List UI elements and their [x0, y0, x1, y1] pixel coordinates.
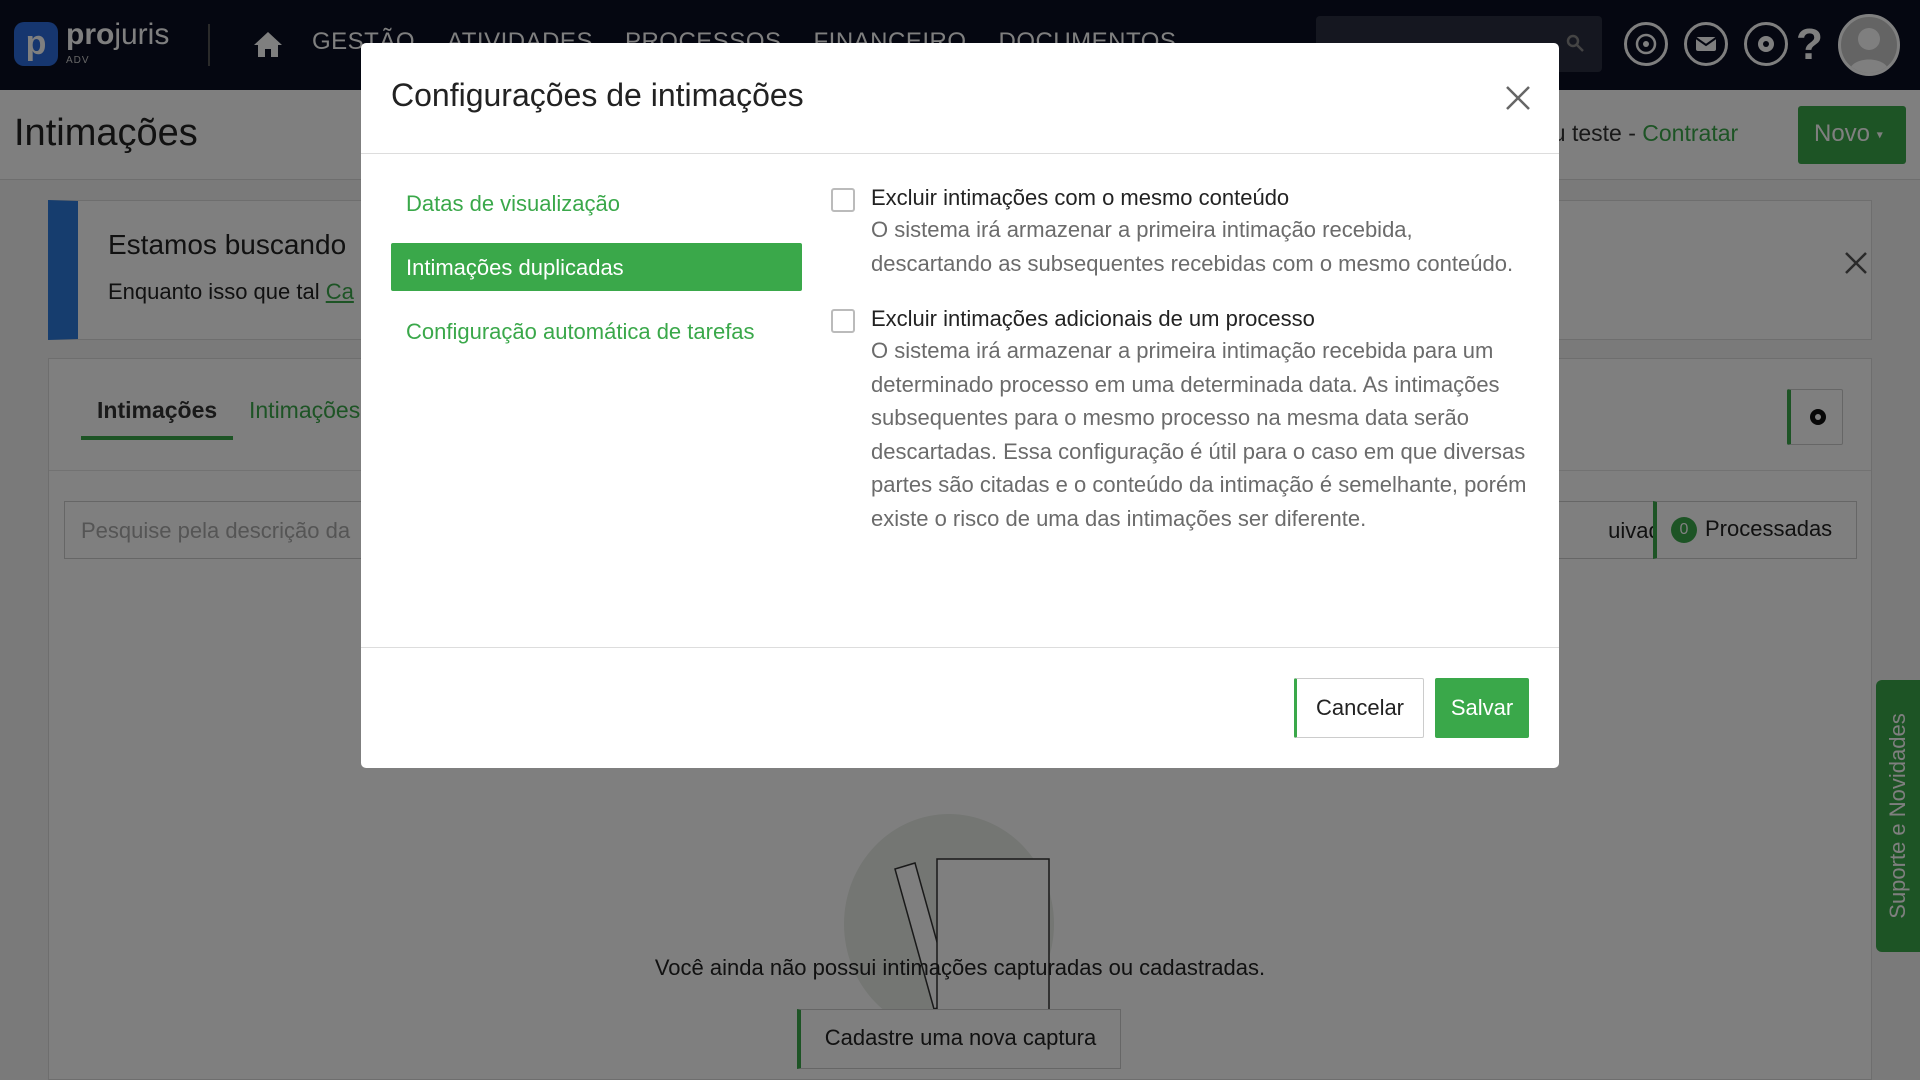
modal-side-menu: Datas de visualização Intimações duplica…	[391, 179, 802, 371]
close-icon[interactable]	[1505, 85, 1531, 111]
menu-item-intimacoes-duplicadas[interactable]: Intimações duplicadas	[391, 243, 802, 291]
additional-process-checkbox[interactable]	[831, 309, 855, 333]
same-content-checkbox[interactable]	[831, 188, 855, 212]
modal-footer: Cancelar Salvar	[361, 647, 1559, 768]
menu-item-configuracao-tarefas[interactable]: Configuração automática de tarefas	[391, 307, 802, 355]
option-additional-process: Excluir intimações adicionais de um proc…	[831, 304, 1531, 535]
settings-modal: Configurações de intimações Datas de vis…	[361, 43, 1559, 768]
cancel-button[interactable]: Cancelar	[1294, 678, 1424, 738]
modal-header: Configurações de intimações	[361, 43, 1559, 154]
option-same-content: Excluir intimações com o mesmo conteúdo …	[831, 183, 1531, 280]
option-description: O sistema irá armazenar a primeira intim…	[871, 338, 1527, 531]
save-button[interactable]: Salvar	[1435, 678, 1529, 738]
duplicate-options: Excluir intimações com o mesmo conteúdo …	[831, 183, 1531, 535]
option-title[interactable]: Excluir intimações com o mesmo conteúdo	[871, 183, 1531, 213]
option-description: O sistema irá armazenar a primeira intim…	[871, 217, 1514, 276]
option-title[interactable]: Excluir intimações adicionais de um proc…	[871, 304, 1531, 334]
modal-title: Configurações de intimações	[391, 77, 804, 113]
menu-item-datas-visualizacao[interactable]: Datas de visualização	[391, 179, 802, 227]
